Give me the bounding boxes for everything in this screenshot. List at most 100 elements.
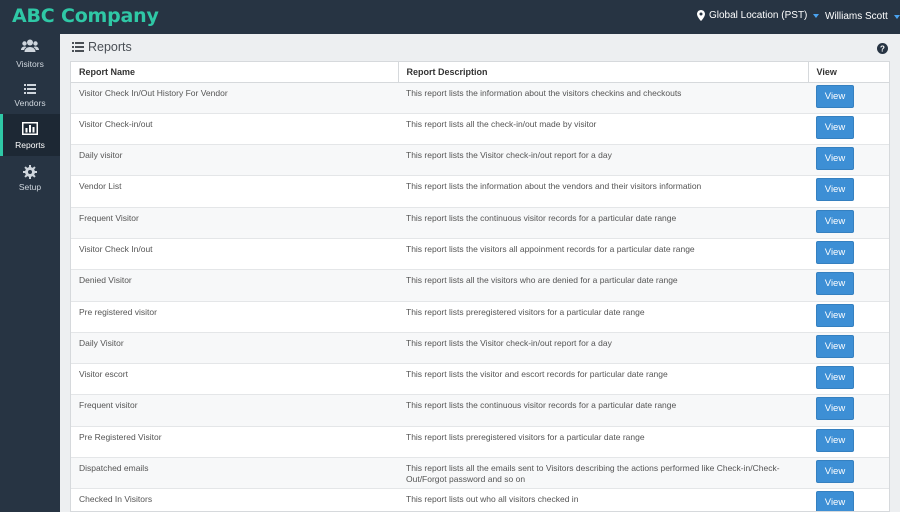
sidebar-item-label: Visitors (16, 59, 44, 69)
table-row: Visitor escort This report lists the visi… (71, 363, 889, 396)
view-button[interactable]: View (816, 84, 854, 108)
sidebar: Visitors Vendors Reports Setup (0, 34, 60, 512)
view-cell: View (808, 113, 889, 146)
report-description: This report lists preregistered visitors… (398, 426, 808, 459)
report-name: Denied Visitor (71, 269, 398, 302)
table-row: Visitor Check-in/out This report lists al… (71, 113, 889, 146)
view-button[interactable]: View (816, 397, 854, 421)
report-name: Checked In Visitors (71, 488, 398, 511)
brand-logo[interactable]: ABC Company (12, 5, 159, 27)
report-description: This report lists the visitor and escort… (398, 363, 808, 396)
map-marker-icon (697, 10, 705, 21)
sidebar-item-label: Reports (15, 140, 45, 150)
reports-table: Report Name Report Description View Visi… (70, 61, 890, 512)
report-name: Visitor Check-in/out (71, 113, 398, 146)
view-cell: View (808, 269, 889, 302)
page-title-text: Reports (88, 40, 132, 54)
chevron-down-icon (813, 13, 820, 18)
user-menu[interactable]: Williams Scott (825, 11, 900, 22)
help-button[interactable]: ? (877, 41, 888, 59)
report-name: Pre registered visitor (71, 301, 398, 333)
location-selector[interactable]: Global Location (PST) (697, 10, 820, 21)
view-cell: View (808, 332, 889, 365)
table-row: Vendor List This report lists the informa… (71, 175, 889, 208)
view-button[interactable]: View (816, 272, 854, 296)
report-name: Visitor Check In/out (71, 238, 398, 271)
sidebar-item-vendors[interactable]: Vendors (0, 76, 60, 116)
view-cell: View (808, 457, 889, 490)
report-description: This report lists all the check-in/out m… (398, 113, 808, 146)
view-button[interactable]: View (816, 491, 854, 511)
report-description: This report lists the information about … (398, 82, 808, 114)
report-name: Visitor escort (71, 363, 398, 396)
location-label: Global Location (PST) (709, 10, 808, 21)
table-row: Denied Visitor This report lists all the … (71, 269, 889, 302)
sidebar-item-reports[interactable]: Reports (0, 114, 60, 156)
report-description: This report lists the continuous visitor… (398, 207, 808, 239)
report-name: Daily visitor (71, 144, 398, 177)
view-button[interactable]: View (816, 178, 854, 202)
table-row: Checked In Visitors This report lists out… (71, 488, 889, 511)
report-description: This report lists out who all visitors c… (398, 488, 808, 511)
view-button[interactable]: View (816, 428, 854, 452)
table-row: Pre Registered Visitor This report lists … (71, 426, 889, 459)
view-cell: View (808, 301, 889, 333)
report-description: This report lists preregistered visitors… (398, 301, 808, 333)
report-description: This report lists all the emails sent to… (398, 457, 808, 490)
bar-chart-icon (22, 122, 38, 135)
report-description: This report lists all the visitors who a… (398, 269, 808, 302)
report-description: This report lists the Visitor check-in/o… (398, 144, 808, 177)
top-navbar: ABC Company Global Location (PST) Willia… (0, 0, 900, 34)
sidebar-item-label: Vendors (14, 98, 46, 108)
report-name: Daily Visitor (71, 332, 398, 365)
view-button[interactable]: View (816, 240, 854, 264)
table-row: Visitor Check In/Out History For Vendor T… (71, 82, 889, 114)
view-button[interactable]: View (816, 147, 854, 171)
view-cell: View (808, 488, 889, 511)
report-name: Dispatched emails (71, 457, 398, 490)
view-cell: View (808, 175, 889, 208)
view-cell: View (808, 238, 889, 271)
report-name: Vendor List (71, 175, 398, 208)
table-row: Frequent Visitor This report lists the co… (71, 207, 889, 239)
column-header-report-description: Report Description (398, 62, 809, 83)
list-icon (24, 84, 36, 94)
view-cell: View (808, 426, 889, 459)
view-button[interactable]: View (816, 303, 854, 327)
page-title: Reports (72, 40, 132, 54)
sidebar-item-visitors[interactable]: Visitors (0, 34, 60, 74)
table-row: Pre registered visitor This report lists … (71, 301, 889, 333)
report-description: This report lists the Visitor check-in/o… (398, 332, 808, 365)
report-name: Visitor Check In/Out History For Vendor (71, 82, 398, 114)
gear-icon (23, 165, 37, 179)
users-icon (21, 39, 39, 52)
report-description: This report lists the continuous visitor… (398, 394, 808, 427)
view-button[interactable]: View (816, 115, 854, 139)
sidebar-item-label: Setup (18, 182, 42, 192)
question-circle-icon: ? (877, 43, 888, 54)
view-button[interactable]: View (816, 209, 854, 233)
table-row: Frequent visitor This report lists the co… (71, 394, 889, 427)
sidebar-item-setup[interactable]: Setup (0, 158, 60, 198)
view-cell: View (808, 363, 889, 396)
report-description: This report lists the information about … (398, 175, 808, 208)
view-button[interactable]: View (816, 460, 854, 484)
view-cell: View (808, 82, 889, 114)
view-cell: View (808, 394, 889, 427)
report-name: Frequent visitor (71, 394, 398, 427)
table-row: Dispatched emails This report lists all t… (71, 457, 889, 490)
column-header-report-name: Report Name (71, 62, 399, 83)
user-name: Williams Scott (825, 11, 888, 22)
table-header-row: Report Name Report Description View (71, 62, 889, 83)
report-name: Pre Registered Visitor (71, 426, 398, 459)
table-row: Daily visitor This report lists the Visit… (71, 144, 889, 177)
chevron-down-icon (893, 14, 900, 19)
view-button[interactable]: View (816, 334, 854, 358)
view-button[interactable]: View (816, 366, 854, 390)
list-icon (72, 42, 84, 52)
report-description: This report lists the visitors all appoi… (398, 238, 808, 271)
report-name: Frequent Visitor (71, 207, 398, 239)
view-cell: View (808, 144, 889, 177)
column-header-view: View (808, 62, 889, 83)
view-cell: View (808, 207, 889, 239)
